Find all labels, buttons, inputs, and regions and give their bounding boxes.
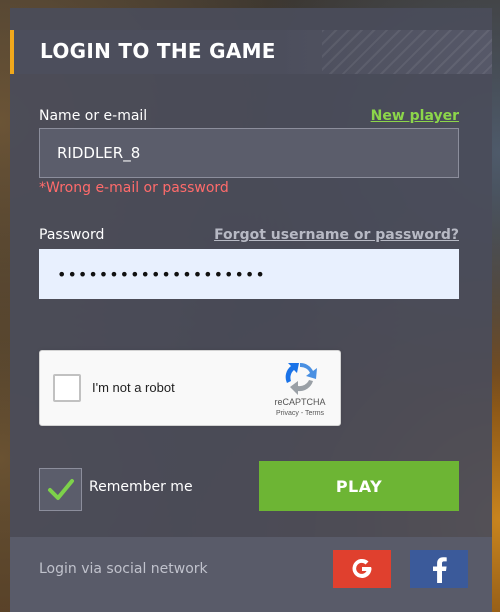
new-player-link[interactable]: New player [371,108,459,124]
remember-me-checkbox[interactable] [39,468,82,511]
login-panel: LOGIN TO THE GAME Name or e-mail New pla… [10,8,492,612]
password-input-value: •••••••••••••••••••• [57,264,266,284]
recaptcha-checkbox[interactable] [53,374,81,402]
recaptcha-widget: I'm not a robot reCAPTCHA Privacy - Term… [39,350,341,426]
page-title: LOGIN TO THE GAME [40,39,276,63]
header-accent-bar [10,30,14,74]
login-input[interactable]: RIDDLER_8 [39,128,459,178]
google-icon [352,558,372,578]
forgot-password-link[interactable]: Forgot username or password? [214,227,459,243]
login-field-label: Name or e-mail [39,108,148,124]
recaptcha-terms[interactable]: Privacy - Terms [266,410,334,417]
play-button[interactable]: PLAY [259,461,459,511]
remember-me-label: Remember me [89,479,193,495]
social-login-footer: Login via social network [10,537,492,612]
google-login-button[interactable] [333,550,391,588]
recaptcha-logo-icon [285,362,317,395]
facebook-icon [433,557,447,583]
login-error-message: *Wrong e-mail or password [39,180,229,196]
recaptcha-brand: reCAPTCHA [274,397,326,407]
social-login-label: Login via social network [39,561,208,577]
facebook-login-button[interactable] [410,550,468,588]
password-input[interactable]: •••••••••••••••••••• [39,249,459,299]
recaptcha-label: I'm not a robot [92,380,175,395]
password-field-label: Password [39,227,105,243]
checkmark-icon [48,479,74,500]
login-header: LOGIN TO THE GAME [10,30,492,74]
login-input-value: RIDDLER_8 [57,144,141,162]
